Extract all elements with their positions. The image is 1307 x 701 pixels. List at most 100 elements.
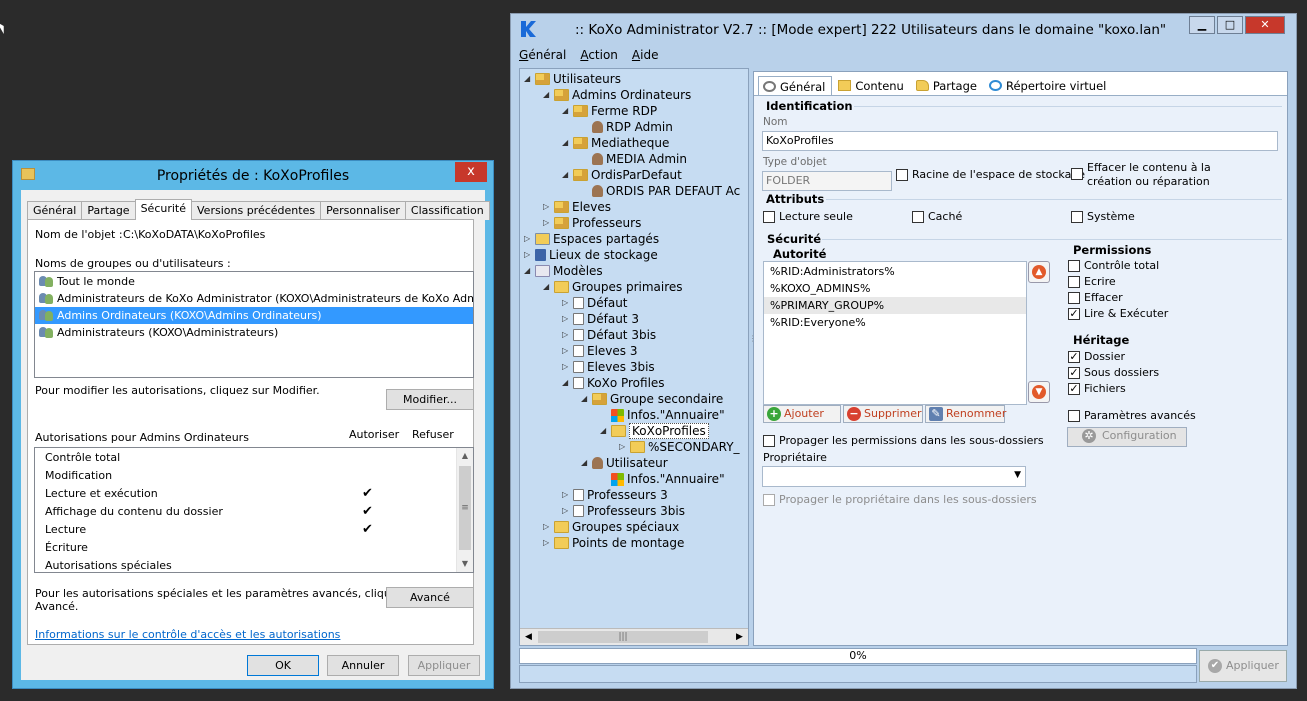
tree-node[interactable]: ◢ Groupes primaires xyxy=(543,279,683,295)
tab-partage[interactable]: Partage xyxy=(912,76,983,96)
expand-icon[interactable]: ▷ xyxy=(562,487,571,503)
permission-row[interactable]: Lecture et exécution ✔ xyxy=(35,485,473,503)
permission-row[interactable]: Écriture xyxy=(35,539,473,557)
permission-checkbox[interactable]: Contrôle total xyxy=(1068,259,1159,273)
tree-node[interactable]: ▷ Points de montage xyxy=(543,535,684,551)
permissions-listbox[interactable]: Contrôle total Modification Lecture et exé… xyxy=(34,447,474,573)
permission-row[interactable]: Contrôle total xyxy=(35,449,473,467)
tree-node[interactable]: ▷ Eleves 3 xyxy=(562,343,637,359)
menu-action[interactable]: Action xyxy=(572,46,624,66)
tab-partage[interactable]: Partage xyxy=(81,201,136,220)
close-button[interactable]: ✕ xyxy=(1245,16,1285,34)
group-row[interactable]: Tout le monde xyxy=(35,273,473,290)
tree-node[interactable]: ▷ Défaut 3 xyxy=(562,311,639,327)
expand-icon[interactable]: ▷ xyxy=(562,295,571,311)
permission-row[interactable]: Modification xyxy=(35,467,473,485)
move-down-button[interactable]: ▼ xyxy=(1028,381,1050,403)
tree-node[interactable]: MEDIA Admin xyxy=(581,151,687,167)
heritage-checkbox[interactable]: ✓ Fichiers xyxy=(1068,382,1126,396)
properties-titlebar[interactable]: Propriétés de : KoXoProfiles x xyxy=(13,161,493,189)
scroll-left-icon[interactable]: ◀ xyxy=(520,629,537,645)
tree-node-selected[interactable]: ◢ KoXoProfiles xyxy=(600,423,709,439)
tab-contenu[interactable]: Contenu xyxy=(834,76,910,96)
collapse-icon[interactable]: ◢ xyxy=(562,103,571,119)
collapse-icon[interactable]: ◢ xyxy=(562,167,571,183)
propagate-perms-checkbox[interactable]: Propager les permissions dans les sous-d… xyxy=(763,434,1044,448)
expand-icon[interactable]: ▷ xyxy=(543,199,552,215)
group-row-selected[interactable]: Admins Ordinateurs (KOXO\Admins Ordinate… xyxy=(35,307,473,324)
expand-icon[interactable]: ▷ xyxy=(562,359,571,375)
tree-node[interactable]: ▷ Eleves 3bis xyxy=(562,359,655,375)
authority-row[interactable]: %RID:Administrators% xyxy=(764,263,1026,280)
group-row[interactable]: Administrateurs (KOXO\Administrateurs) xyxy=(35,324,473,341)
close-button[interactable]: x xyxy=(455,162,487,182)
collapse-icon[interactable]: ◢ xyxy=(581,455,590,471)
tree-node[interactable]: ◢ Modèles xyxy=(524,263,603,279)
tree-node[interactable]: RDP Admin xyxy=(581,119,673,135)
collapse-icon[interactable]: ◢ xyxy=(562,135,571,151)
tree-node[interactable]: ▷ Défaut xyxy=(562,295,628,311)
cancel-button[interactable]: Annuler xyxy=(327,655,399,676)
collapse-icon[interactable]: ◢ xyxy=(562,375,571,391)
scroll-up-icon[interactable]: ▲ xyxy=(457,448,473,464)
authority-row[interactable]: %RID:Everyone% xyxy=(764,314,1026,331)
expand-icon[interactable]: ▷ xyxy=(543,519,552,535)
scroll-down-icon[interactable]: ▼ xyxy=(457,556,473,572)
permission-row[interactable]: Affichage du contenu du dossier ✔ xyxy=(35,503,473,521)
tree-node[interactable]: ◢ Groupe secondaire xyxy=(581,391,723,407)
menu-general[interactable]: Général xyxy=(511,46,572,66)
collapse-icon[interactable]: ◢ xyxy=(524,71,533,87)
groups-listbox[interactable]: Tout le monde Administrateurs de KoXo Ad… xyxy=(34,271,474,378)
systeme-checkbox[interactable]: Système xyxy=(1071,210,1135,224)
tab-versions[interactable]: Versions précédentes xyxy=(191,201,322,220)
tree-node[interactable]: ▷ Professeurs 3bis xyxy=(562,503,685,519)
collapse-icon[interactable]: ◢ xyxy=(524,263,533,279)
tree-node[interactable]: ▷ %SECONDARY_ xyxy=(619,439,740,455)
heritage-checkbox[interactable]: ✓ Dossier xyxy=(1068,350,1125,364)
collapse-icon[interactable]: ◢ xyxy=(543,279,552,295)
tree-node[interactable]: Infos."Annuaire" xyxy=(600,407,725,423)
expand-icon[interactable]: ▷ xyxy=(524,247,533,263)
cache-checkbox[interactable]: Caché xyxy=(912,210,962,224)
permissions-scrollbar[interactable]: ▲ ≡ ▼ xyxy=(456,448,473,572)
tree-node[interactable]: ▷ Espaces partagés xyxy=(524,231,659,247)
expand-icon[interactable]: ▷ xyxy=(562,343,571,359)
tab-general[interactable]: Général xyxy=(27,201,83,220)
advanced-params-checkbox[interactable]: Paramètres avancés xyxy=(1068,409,1196,423)
permission-row[interactable]: Autorisations spéciales xyxy=(35,557,473,572)
scroll-right-icon[interactable]: ▶ xyxy=(731,629,748,645)
tree-node[interactable]: ◢ OrdisParDefaut xyxy=(562,167,682,183)
tree-node[interactable]: ◢ Ferme RDP xyxy=(562,103,657,119)
permission-checkbox[interactable]: Ecrire xyxy=(1068,275,1116,289)
lecture-seule-checkbox[interactable]: Lecture seule xyxy=(763,210,853,224)
move-up-button[interactable]: ▲ xyxy=(1028,261,1050,283)
group-row[interactable]: Administrateurs de KoXo Administrator (K… xyxy=(35,290,473,307)
tree-node[interactable]: ▷ Professeurs 3 xyxy=(562,487,668,503)
collapse-icon[interactable]: ◢ xyxy=(600,423,609,439)
tree-node[interactable]: ◢ Admins Ordinateurs xyxy=(543,87,691,103)
tab-repertoire-virtuel[interactable]: Répertoire virtuel xyxy=(985,76,1112,96)
expand-icon[interactable]: ▷ xyxy=(562,327,571,343)
koxo-titlebar[interactable]: :: KoXo Administrator V2.7 :: [Mode expe… xyxy=(511,14,1296,46)
minimize-button[interactable]: ▁ xyxy=(1189,16,1215,34)
expand-icon[interactable]: ▷ xyxy=(543,215,552,231)
add-button[interactable]: + Ajouter xyxy=(763,405,841,423)
authority-row[interactable]: %PRIMARY_GROUP% xyxy=(764,297,1026,314)
racine-checkbox[interactable]: Racine de l'espace de stockage xyxy=(896,168,1085,182)
tree-node[interactable]: Infos."Annuaire" xyxy=(600,471,725,487)
maximize-button[interactable]: □ xyxy=(1217,16,1243,34)
name-field[interactable]: KoXoProfiles xyxy=(762,131,1278,151)
tree-node[interactable]: ◢ Mediatheque xyxy=(562,135,669,151)
tree-node[interactable]: ORDIS PAR DEFAUT Ac xyxy=(581,183,740,199)
tree-node[interactable]: ▷ Groupes spéciaux xyxy=(543,519,679,535)
expand-icon[interactable]: ▷ xyxy=(524,231,533,247)
tree-node[interactable]: ▷ Professeurs xyxy=(543,215,641,231)
advanced-button[interactable]: Avancé xyxy=(386,587,474,608)
menu-aide[interactable]: Aide xyxy=(624,46,665,66)
remove-button[interactable]: − Supprimer xyxy=(843,405,923,423)
tree-hscrollbar[interactable]: ◀ ||| ▶ xyxy=(520,628,748,645)
authority-listbox[interactable]: %RID:Administrators% %KOXO_ADMINS% %PRIMAR… xyxy=(763,261,1027,405)
tab-classification[interactable]: Classification xyxy=(404,201,490,220)
heritage-checkbox[interactable]: ✓ Sous dossiers xyxy=(1068,366,1159,380)
expand-icon[interactable]: ▷ xyxy=(543,535,552,551)
